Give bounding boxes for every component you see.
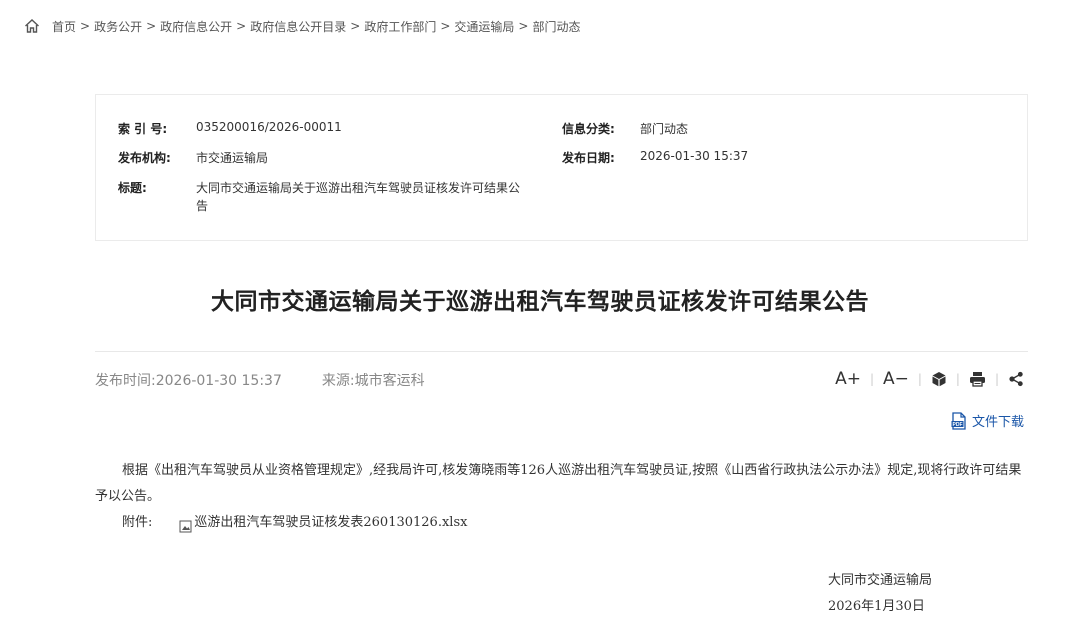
article-tools: A+ | A− | | | <box>835 368 1024 390</box>
title-label: 标题: <box>118 181 147 195</box>
category-value: 部门动态 <box>640 122 689 136</box>
tool-separator: | <box>917 372 922 386</box>
title-value: 大同市交通运输局关于巡游出租汽车驾驶员证核发许可结果公告 <box>196 181 521 213</box>
index-number-value: 035200016/2026-00011 <box>196 120 342 134</box>
share-icon[interactable] <box>1008 371 1024 387</box>
publisher-value: 市交通运输局 <box>196 151 269 165</box>
breadcrumb-gov-affairs[interactable]: 政务公开 <box>94 18 142 35</box>
pdf-icon: PDF <box>951 411 967 430</box>
breadcrumb-dept-news[interactable]: 部门动态 <box>532 18 580 35</box>
breadcrumb-separator: > <box>518 19 529 33</box>
file-download-label: 文件下载 <box>971 415 1024 430</box>
attachment-line: 附件: 巡游出租汽车驾驶员证核发表260130126.xlsx <box>95 510 1030 536</box>
sign-organization: 大同市交通运输局 <box>828 573 933 588</box>
breadcrumb-separator: > <box>80 19 91 33</box>
attachment-label: 附件: <box>122 515 153 530</box>
attachment-file-link[interactable]: 巡游出租汽车驾驶员证核发表260130126.xlsx <box>167 510 467 536</box>
cube-icon[interactable] <box>931 371 947 387</box>
source: 来源:城市客运科 <box>321 373 425 389</box>
publish-time: 发布时间:2026-01-30 15:37 <box>95 373 282 389</box>
breadcrumb-home[interactable]: 首页 <box>52 18 76 35</box>
breadcrumb: 首页 > 政务公开 > 政府信息公开 > 政府信息公开目录 > 政府工作部门 >… <box>24 16 580 36</box>
breadcrumb-disclosure-catalog[interactable]: 政府信息公开目录 <box>250 18 346 35</box>
breadcrumb-separator: > <box>350 19 361 33</box>
body-paragraph: 根据《出租汽车驾驶员从业资格管理规定》,经我局许可,核发簿晓雨等126人巡游出租… <box>95 463 1022 504</box>
home-icon[interactable] <box>24 18 40 34</box>
category-label: 信息分类: <box>562 122 615 136</box>
signature: 大同市交通运输局 2026年1月30日 <box>828 568 932 620</box>
file-download-link[interactable]: PDF 文件下载 <box>951 411 1024 430</box>
publish-date-label: 发布日期: <box>562 151 615 165</box>
breadcrumb-separator: > <box>146 19 157 33</box>
sign-date: 2026年1月30日 <box>828 599 925 614</box>
publisher-label: 发布机构: <box>118 151 171 165</box>
breadcrumb-info-disclosure[interactable]: 政府信息公开 <box>160 18 232 35</box>
article-body: 根据《出租汽车驾驶员从业资格管理规定》,经我局许可,核发簿晓雨等126人巡游出租… <box>95 458 1030 536</box>
print-icon[interactable] <box>969 371 986 387</box>
article-meta: 发布时间:2026-01-30 15:37 来源:城市客运科 <box>95 370 425 390</box>
font-larger-button[interactable]: A+ <box>835 369 861 389</box>
publish-date-value: 2026-01-30 15:37 <box>640 149 749 163</box>
index-number-label: 索 引 号: <box>118 122 168 136</box>
file-icon <box>152 517 192 532</box>
tool-separator: | <box>955 372 960 386</box>
breadcrumb-separator: > <box>236 19 247 33</box>
divider <box>95 351 1028 352</box>
svg-text:PDF: PDF <box>952 421 962 427</box>
breadcrumb-transport-bureau[interactable]: 交通运输局 <box>454 18 514 35</box>
font-smaller-button[interactable]: A− <box>883 369 909 389</box>
breadcrumb-separator: > <box>440 19 451 33</box>
page-title: 大同市交通运输局关于巡游出租汽车驾驶员证核发许可结果公告 <box>211 289 869 315</box>
breadcrumb-gov-departments[interactable]: 政府工作部门 <box>364 18 436 35</box>
info-panel: 索 引 号: 035200016/2026-00011 信息分类: 部门动态 发… <box>95 94 1028 241</box>
tool-separator: | <box>994 372 999 386</box>
tool-separator: | <box>869 372 874 386</box>
